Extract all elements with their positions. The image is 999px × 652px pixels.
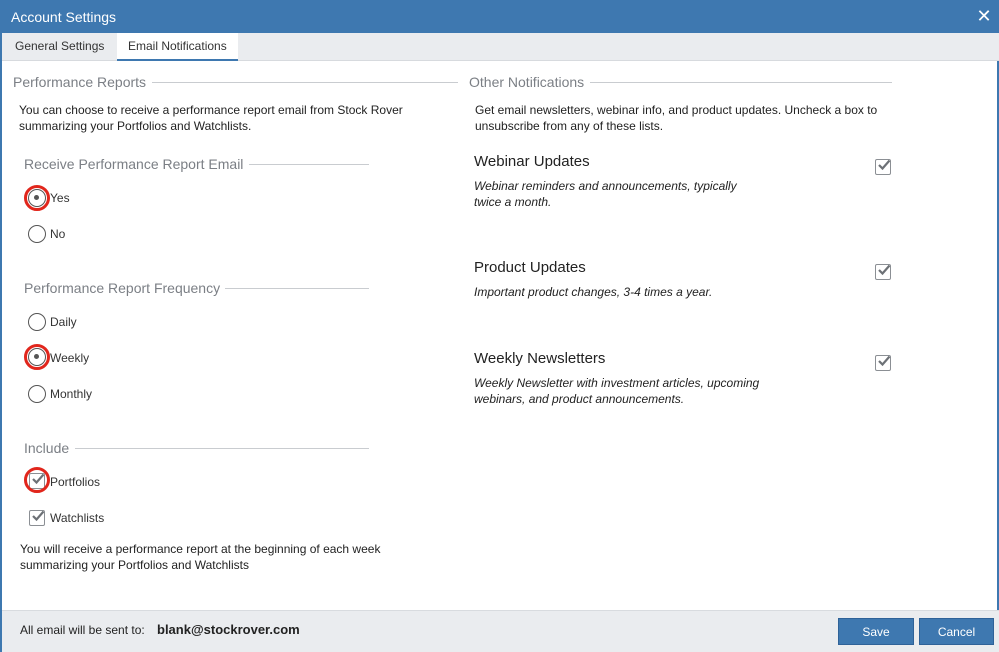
other-notifications-title: Other Notifications: [469, 74, 585, 90]
receive-yes-radio[interactable]: [28, 189, 46, 207]
frequency-daily-radio[interactable]: [28, 313, 46, 331]
product-updates-checkbox[interactable]: [875, 264, 891, 280]
cancel-button[interactable]: Cancel: [919, 618, 994, 645]
other-description: Get email newsletters, webinar info, and…: [475, 103, 878, 133]
frequency-weekly-radio[interactable]: [28, 348, 46, 366]
tab-general-settings[interactable]: General Settings: [4, 33, 115, 61]
receive-no-label[interactable]: No: [50, 227, 65, 241]
dialog-footer: All email will be sent to: blank@stockro…: [2, 610, 999, 652]
check-icon: [878, 159, 891, 171]
receive-yes-label[interactable]: Yes: [50, 191, 70, 205]
account-settings-dialog: Account Settings ✕ General Settings Emai…: [0, 0, 999, 652]
check-icon: [32, 510, 45, 522]
check-icon: [32, 473, 45, 485]
report-frequency-title: Performance Report Frequency: [24, 280, 221, 296]
check-icon: [878, 264, 891, 276]
frequency-monthly-label[interactable]: Monthly: [50, 387, 92, 401]
divider: [590, 82, 892, 83]
frequency-weekly-label[interactable]: Weekly: [50, 351, 89, 365]
performance-summary: You will receive a performance report at…: [20, 542, 381, 572]
divider: [152, 82, 458, 83]
email-address: blank@stockrover.com: [157, 622, 300, 637]
frequency-daily-label[interactable]: Daily: [50, 315, 77, 329]
weekly-newsletters-checkbox[interactable]: [875, 355, 891, 371]
include-title: Include: [24, 440, 70, 456]
divider: [249, 164, 369, 165]
divider: [75, 448, 369, 449]
include-portfolios-label[interactable]: Portfolios: [50, 475, 100, 489]
include-portfolios-checkbox[interactable]: [29, 473, 45, 489]
performance-reports-title: Performance Reports: [13, 74, 147, 90]
weekly-newsletters-description: Weekly Newsletter with investment articl…: [474, 376, 760, 406]
divider: [225, 288, 369, 289]
product-updates-description: Important product changes, 3-4 times a y…: [474, 285, 713, 299]
email-destination-label: All email will be sent to:: [20, 623, 145, 637]
save-button[interactable]: Save: [838, 618, 914, 645]
close-icon[interactable]: ✕: [975, 7, 993, 25]
performance-description: You can choose to receive a performance …: [19, 103, 403, 133]
receive-report-title: Receive Performance Report Email: [24, 156, 244, 172]
product-updates-title: Product Updates: [474, 259, 586, 276]
weekly-newsletters-title: Weekly Newsletters: [474, 350, 606, 367]
include-watchlists-label[interactable]: Watchlists: [50, 511, 104, 525]
receive-no-radio[interactable]: [28, 225, 46, 243]
tab-bar: General Settings Email Notifications: [2, 33, 999, 61]
check-icon: [878, 355, 891, 367]
tab-email-notifications[interactable]: Email Notifications: [117, 33, 238, 61]
frequency-monthly-radio[interactable]: [28, 385, 46, 403]
title-bar: Account Settings ✕: [2, 0, 999, 33]
webinar-updates-title: Webinar Updates: [474, 153, 590, 170]
dialog-title: Account Settings: [11, 9, 117, 25]
webinar-updates-checkbox[interactable]: [875, 159, 891, 175]
webinar-updates-description: Webinar reminders and announcements, typ…: [474, 179, 737, 209]
include-watchlists-checkbox[interactable]: [29, 510, 45, 526]
